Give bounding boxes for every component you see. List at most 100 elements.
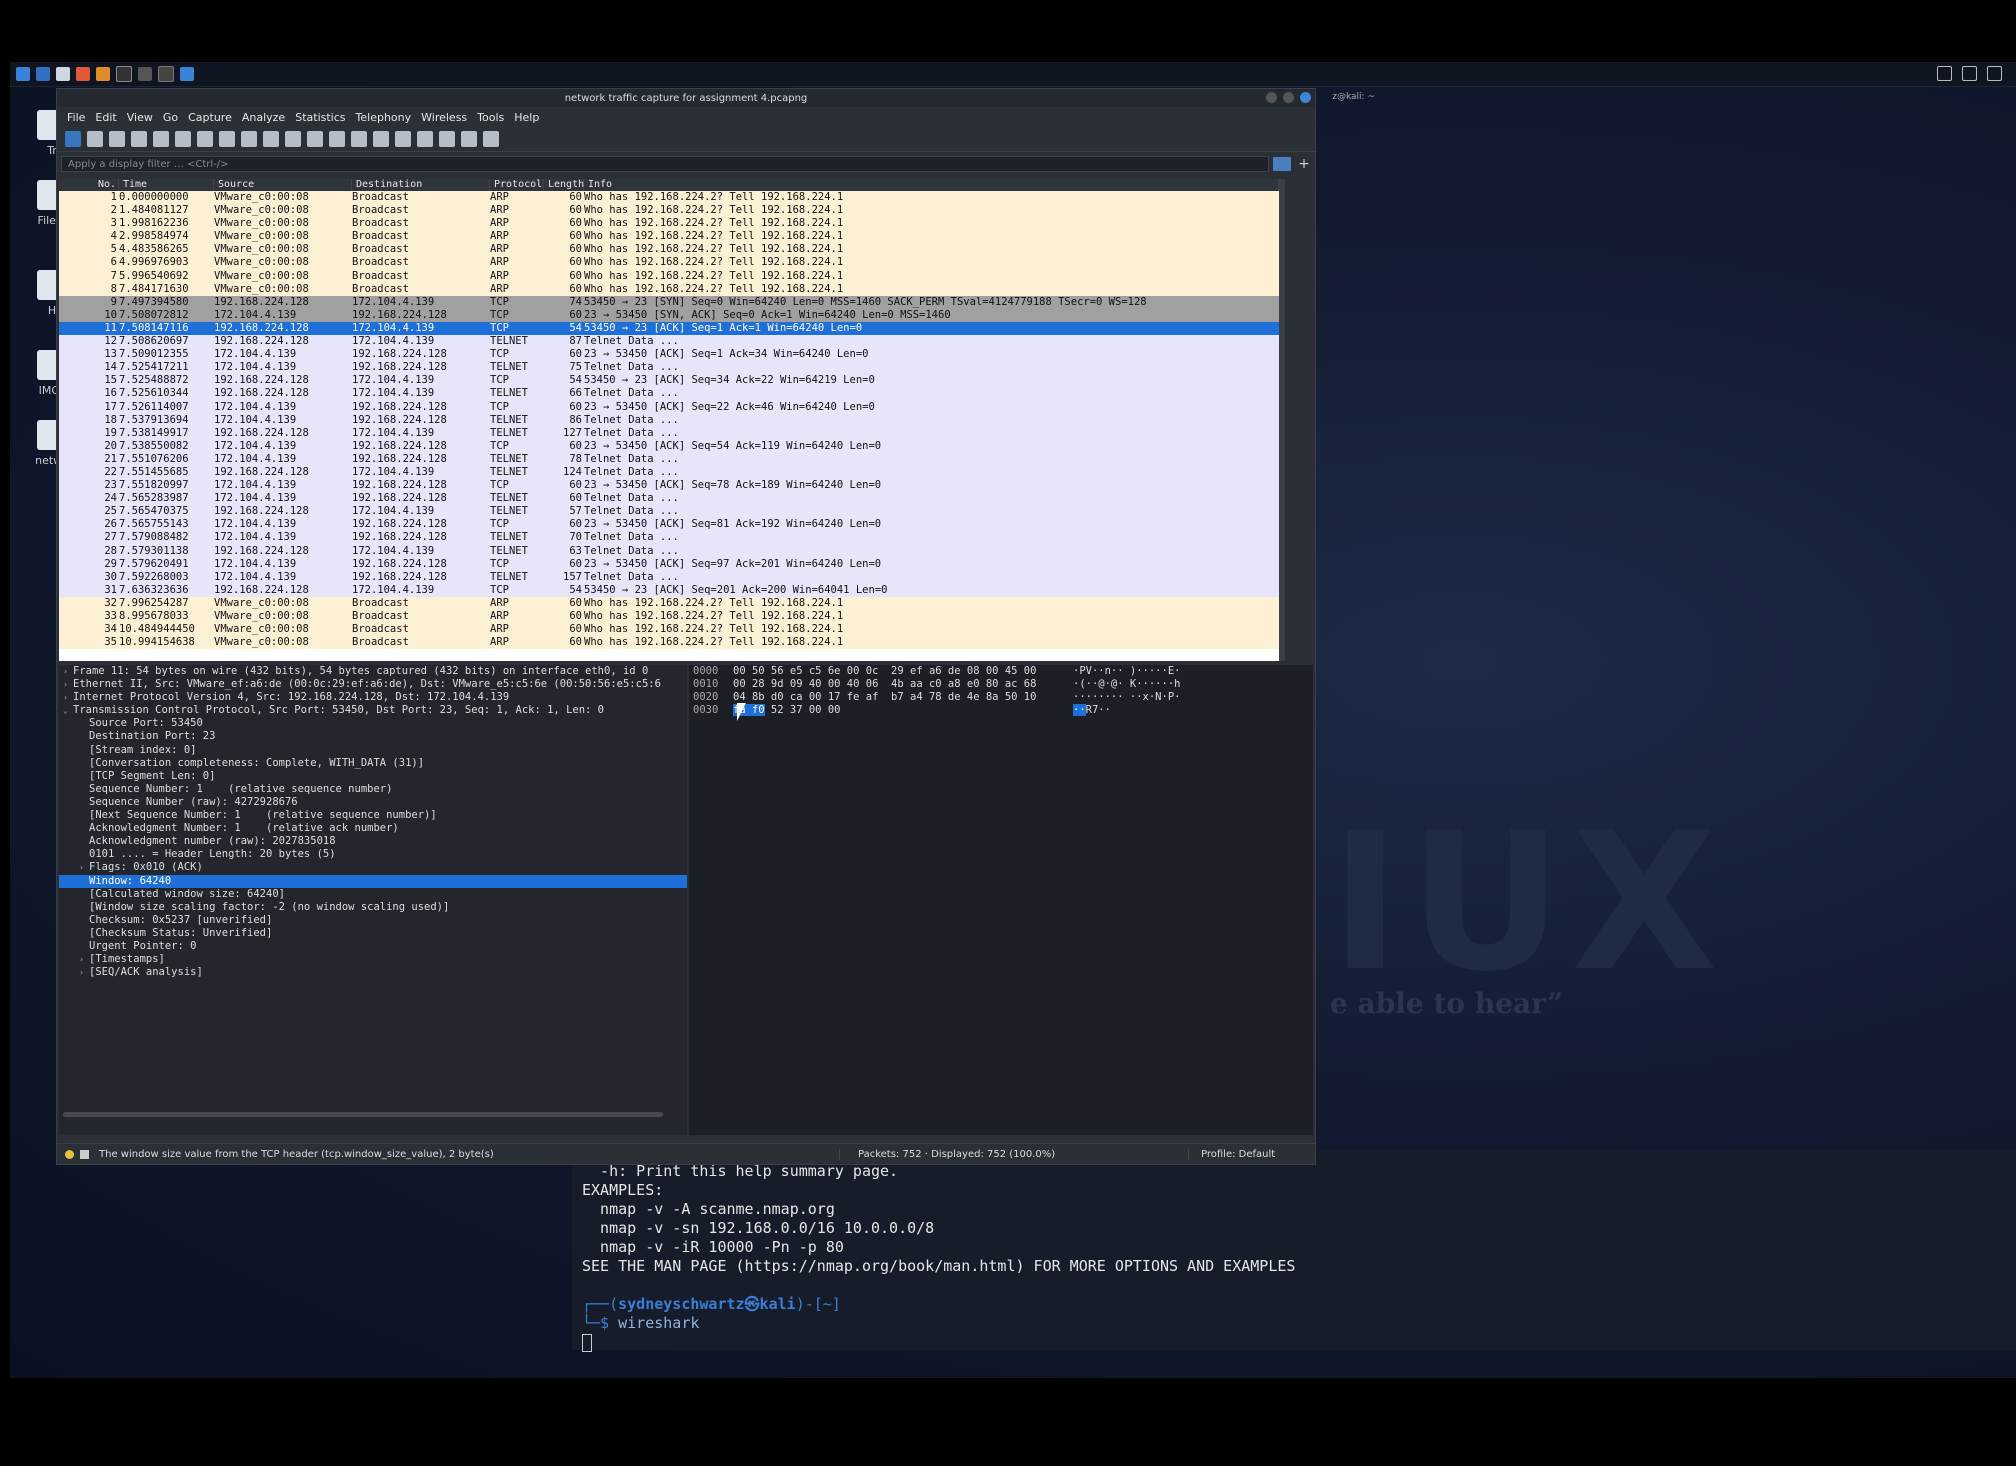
detail-tree-item[interactable]: Urgent Pointer: 0 xyxy=(59,940,687,953)
apply-filter-button[interactable] xyxy=(1273,157,1291,171)
packet-row[interactable]: 21 7.551076206 172.104.4.139 192.168.224.12… xyxy=(59,452,1279,466)
capture-options-icon[interactable] xyxy=(131,131,147,147)
minimize-button[interactable] xyxy=(1266,92,1277,103)
expert-info-icon[interactable] xyxy=(65,1149,74,1159)
packet-row[interactable]: 29 7.579620491 172.104.4.139 192.168.224.12… xyxy=(59,557,1279,571)
packet-list[interactable]: No. Time Source Destination Protocol Length In… xyxy=(59,179,1279,661)
start-capture-icon[interactable] xyxy=(65,131,81,147)
restart-capture-icon[interactable] xyxy=(109,131,125,147)
packet-row[interactable]: 31 7.636323636 192.168.224.128 172.104.4.13… xyxy=(59,583,1279,597)
packet-row[interactable]: 26 7.565755143 172.104.4.139 192.168.224.12… xyxy=(59,518,1279,532)
menu-item-go[interactable]: Go xyxy=(163,111,178,124)
expand-arrow-icon[interactable]: › xyxy=(63,665,68,678)
menu-item-capture[interactable]: Capture xyxy=(188,111,232,124)
packet-row[interactable]: 17 7.526114007 172.104.4.139 192.168.224.12… xyxy=(59,400,1279,414)
packet-row[interactable]: 13 7.509012355 172.104.4.139 192.168.224.12… xyxy=(59,348,1279,362)
save-file-icon[interactable] xyxy=(175,131,191,147)
packet-row[interactable]: 27 7.579088482 172.104.4.139 192.168.224.12… xyxy=(59,531,1279,545)
find-packet-icon[interactable] xyxy=(241,131,257,147)
zoom-out-icon[interactable] xyxy=(439,131,455,147)
expand-arrow-icon[interactable]: › xyxy=(79,966,84,979)
detail-tree-item[interactable]: Sequence Number (raw): 4272928676 xyxy=(59,796,687,809)
go-to-packet-icon[interactable] xyxy=(307,131,323,147)
menu-item-analyze[interactable]: Analyze xyxy=(242,111,285,124)
autoscroll-icon[interactable] xyxy=(373,131,389,147)
go-back-icon[interactable] xyxy=(263,131,279,147)
packet-row[interactable]: 12 7.508620697 192.168.224.128 172.104.4.13… xyxy=(59,335,1279,349)
packet-row[interactable]: 2 1.484081127 VMware_c0:00:08 Broadcast ARP 6… xyxy=(59,204,1279,218)
stop-capture-icon[interactable] xyxy=(87,131,103,147)
packet-row[interactable]: 6 4.996976903 VMware_c0:00:08 Broadcast ARP 6… xyxy=(59,256,1279,270)
detail-tree-item[interactable]: Source Port: 53450 xyxy=(59,717,687,730)
menu-item-file[interactable]: File xyxy=(67,111,85,124)
packet-row[interactable]: 34 10.484944450 VMware_c0:00:08 Broadcast AR… xyxy=(59,623,1279,637)
menu-item-tools[interactable]: Tools xyxy=(477,111,504,124)
detail-tree-item[interactable]: Window: 64240 xyxy=(59,874,687,888)
column-header-time[interactable]: Time xyxy=(119,179,214,191)
detail-tree-item[interactable]: Acknowledgment number (raw): 2027835018 xyxy=(59,835,687,848)
packet-row[interactable]: 22 7.551455685 192.168.224.128 172.104.4.13… xyxy=(59,465,1279,480)
detail-tree-item[interactable]: Checksum: 0x5237 [unverified] xyxy=(59,914,687,927)
packet-row[interactable]: 35 10.994154638 VMware_c0:00:08 Broadcast AR… xyxy=(59,636,1279,650)
packet-row[interactable]: 14 7.525417211 172.104.4.139 192.168.224.12… xyxy=(59,361,1279,375)
packet-row[interactable]: 20 7.538550082 172.104.4.139 192.168.224.12… xyxy=(59,439,1279,453)
capture-comment-icon[interactable] xyxy=(80,1149,89,1159)
first-packet-icon[interactable] xyxy=(329,131,345,147)
packet-details-pane[interactable]: › Frame 11: 54 bytes on wire (432 bits), … xyxy=(59,665,687,1135)
detail-tree-item[interactable]: [Calculated window size: 64240] xyxy=(59,888,687,901)
packet-row[interactable]: 1 0.000000000 VMware_c0:00:08 Broadcast ARP 6… xyxy=(59,191,1279,205)
taskbar-wireshark-window-icon[interactable] xyxy=(180,67,194,81)
detail-tree-item[interactable]: [TCP Segment Len: 0] xyxy=(59,770,687,783)
last-packet-icon[interactable] xyxy=(351,131,367,147)
normal-size-icon[interactable] xyxy=(461,131,477,147)
display-icon[interactable] xyxy=(1937,66,1952,81)
packet-row[interactable]: 18 7.537913694 172.104.4.139 192.168.224.12… xyxy=(59,413,1279,427)
close-file-icon[interactable] xyxy=(197,131,213,147)
kali-menu-icon[interactable] xyxy=(16,67,30,81)
column-header-destination[interactable]: Destination xyxy=(352,179,490,191)
file-manager-icon[interactable] xyxy=(56,67,70,81)
reload-file-icon[interactable] xyxy=(219,131,235,147)
detail-tree-item[interactable]: [Checksum Status: Unverified] xyxy=(59,927,687,940)
detail-tree-item[interactable]: Destination Port: 23 xyxy=(59,730,687,743)
expand-arrow-icon[interactable]: › xyxy=(79,861,84,874)
status-profile[interactable]: Profile: Default xyxy=(1188,1148,1275,1160)
expand-arrow-icon[interactable]: › xyxy=(63,678,68,691)
menu-item-statistics[interactable]: Statistics xyxy=(295,111,345,124)
menu-item-view[interactable]: View xyxy=(127,111,153,124)
packet-row[interactable]: 4 2.998584974 VMware_c0:00:08 Broadcast ARP 6… xyxy=(59,230,1279,244)
hex-bytes[interactable]: fa f0 52 37 00 00 xyxy=(733,704,1073,717)
packet-row[interactable]: 3 1.998162236 VMware_c0:00:08 Broadcast ARP 6… xyxy=(59,217,1279,231)
packet-row[interactable]: 5 4.483586265 VMware_c0:00:08 Broadcast ARP 6… xyxy=(59,243,1279,257)
go-forward-icon[interactable] xyxy=(285,131,301,147)
hex-bytes[interactable]: 00 50 56 e5 c5 6e 00 0c 29 ef a6 de 08 0… xyxy=(733,665,1073,678)
workspace-icon[interactable] xyxy=(36,67,50,81)
packet-row[interactable]: 32 7.996254287 VMware_c0:00:08 Broadcast ARP… xyxy=(59,596,1279,610)
hex-bytes[interactable]: 00 28 9d 09 40 00 40 06 4b aa c0 a8 e0 8… xyxy=(733,678,1073,691)
packet-row[interactable]: 15 7.525488872 192.168.224.128 172.104.4.13… xyxy=(59,374,1279,388)
packet-row[interactable]: 16 7.525610344 192.168.224.128 172.104.4.13… xyxy=(59,387,1279,401)
expand-arrow-icon[interactable]: › xyxy=(79,953,84,966)
hex-ascii[interactable]: ·PV··n·· )·····E· xyxy=(1073,665,1313,678)
detail-tree-item[interactable]: › Frame 11: 54 bytes on wire (432 bits), … xyxy=(59,665,687,678)
hex-ascii[interactable]: ········ ··x·N·P· xyxy=(1073,691,1313,704)
firefox-icon[interactable] xyxy=(96,67,110,81)
detail-tree-item[interactable]: › [SEQ/ACK analysis] xyxy=(59,966,687,979)
packet-row[interactable]: 33 8.995678033 VMware_c0:00:08 Broadcast ARP… xyxy=(59,610,1279,624)
close-button[interactable] xyxy=(1300,92,1311,103)
packet-row[interactable]: 30 7.592268003 172.104.4.139 192.168.224.12… xyxy=(59,570,1279,584)
column-header-length[interactable]: Length xyxy=(544,179,584,191)
packet-row[interactable]: 8 7.484171630 VMware_c0:00:08 Broadcast ARP 6… xyxy=(59,282,1279,296)
display-filter-input[interactable]: Apply a display filter … <Ctrl-/> xyxy=(61,156,1269,172)
detail-tree-item[interactable]: [Next Sequence Number: 1 (relative seque… xyxy=(59,809,687,822)
resize-columns-icon[interactable] xyxy=(483,131,499,147)
zoom-in-icon[interactable] xyxy=(417,131,433,147)
column-header-source[interactable]: Source xyxy=(214,179,352,191)
packet-row[interactable]: 7 5.996540692 VMware_c0:00:08 Broadcast ARP 6… xyxy=(59,269,1279,283)
column-header-info[interactable]: Info xyxy=(584,179,1279,191)
column-header-protocol[interactable]: Protocol xyxy=(490,179,544,191)
maximize-button[interactable] xyxy=(1283,92,1294,103)
packet-row[interactable]: 19 7.538149917 192.168.224.128 172.104.4.13… xyxy=(59,426,1279,440)
packet-row[interactable]: 10 7.508072812 172.104.4.139 192.168.224.12… xyxy=(59,308,1279,322)
packet-row[interactable]: 11 7.508147116 192.168.224.128 172.104.4.13… xyxy=(59,321,1279,336)
